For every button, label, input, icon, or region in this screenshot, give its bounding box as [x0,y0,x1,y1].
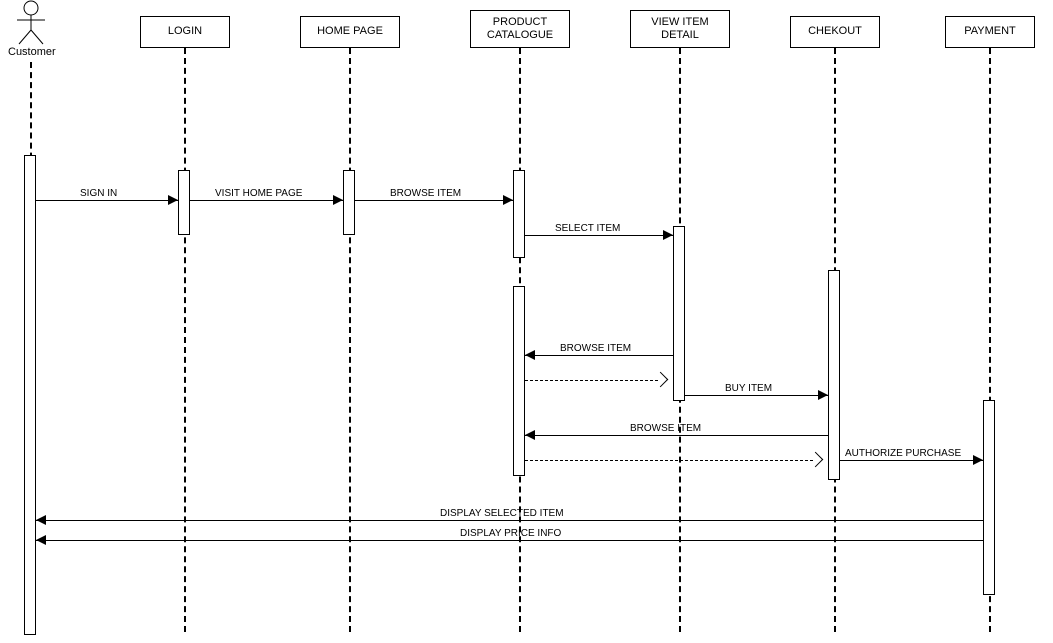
msg-display-selected-arrow [36,515,46,525]
msg-browse3-arrow [525,430,535,440]
msg-browse1-label: BROWSE ITEM [390,188,461,199]
activation-catalog-1 [513,170,525,258]
msg-browse2-label: BROWSE ITEM [560,343,631,354]
msg-visit-home-label: VISIT HOME PAGE [215,188,302,199]
msg-browse3-line [525,435,828,436]
activation-home [343,170,355,235]
msg-browse1-line [355,200,513,201]
msg-browse2-reply-arrow [655,374,667,386]
lifeline-login: LOGIN [140,16,230,48]
activation-customer [24,155,36,635]
msg-authorize-line [840,460,983,461]
customer-actor-label: Customer [8,46,56,58]
activation-payment [983,400,995,595]
msg-display-price-line [36,540,983,541]
msg-signin-label: SIGN IN [80,188,117,199]
msg-signin-arrow [168,195,178,205]
msg-browse3-label: BROWSE ITEM [630,423,701,434]
lifeline-payment: PAYMENT [945,16,1035,48]
lifeline-dash-login [184,48,186,632]
lifeline-home: HOME PAGE [300,16,400,48]
lifeline-checkout: CHEKOUT [790,16,880,48]
msg-browse2-reply-line [525,380,658,381]
msg-buy-label: BUY ITEM [725,383,772,394]
msg-signin-line [36,200,178,201]
msg-visit-home-arrow [333,195,343,205]
msg-browse3-reply-line [525,460,813,461]
activation-checkout [828,270,840,480]
activation-login [178,170,190,235]
msg-browse2-line [525,355,673,356]
lifeline-dash-home [349,48,351,632]
msg-browse3-reply-arrow [810,454,822,466]
lifeline-view: VIEW ITEM DETAIL [630,10,730,48]
msg-display-selected-label: DISPLAY SELECTED ITEM [440,508,564,519]
activation-catalog-2 [513,286,525,476]
sequence-diagram: Customer LOGIN HOME PAGE PRODUCT CATALOG… [0,0,1053,643]
msg-select-arrow [663,230,673,240]
msg-display-selected-line [36,520,983,521]
msg-select-label: SELECT ITEM [555,223,620,234]
msg-authorize-arrow [973,455,983,465]
customer-actor-icon [13,0,49,46]
msg-buy-line [685,395,828,396]
msg-visit-home-line [190,200,343,201]
msg-display-price-arrow [36,535,46,545]
msg-browse2-arrow [525,350,535,360]
msg-select-line [525,235,673,236]
activation-view [673,226,685,401]
msg-authorize-label: AUTHORIZE PURCHASE [845,448,961,459]
msg-display-price-label: DISPLAY PRICE INFO [460,528,561,539]
lifeline-catalog: PRODUCT CATALOGUE [470,10,570,48]
msg-buy-arrow [818,390,828,400]
msg-browse1-arrow [503,195,513,205]
